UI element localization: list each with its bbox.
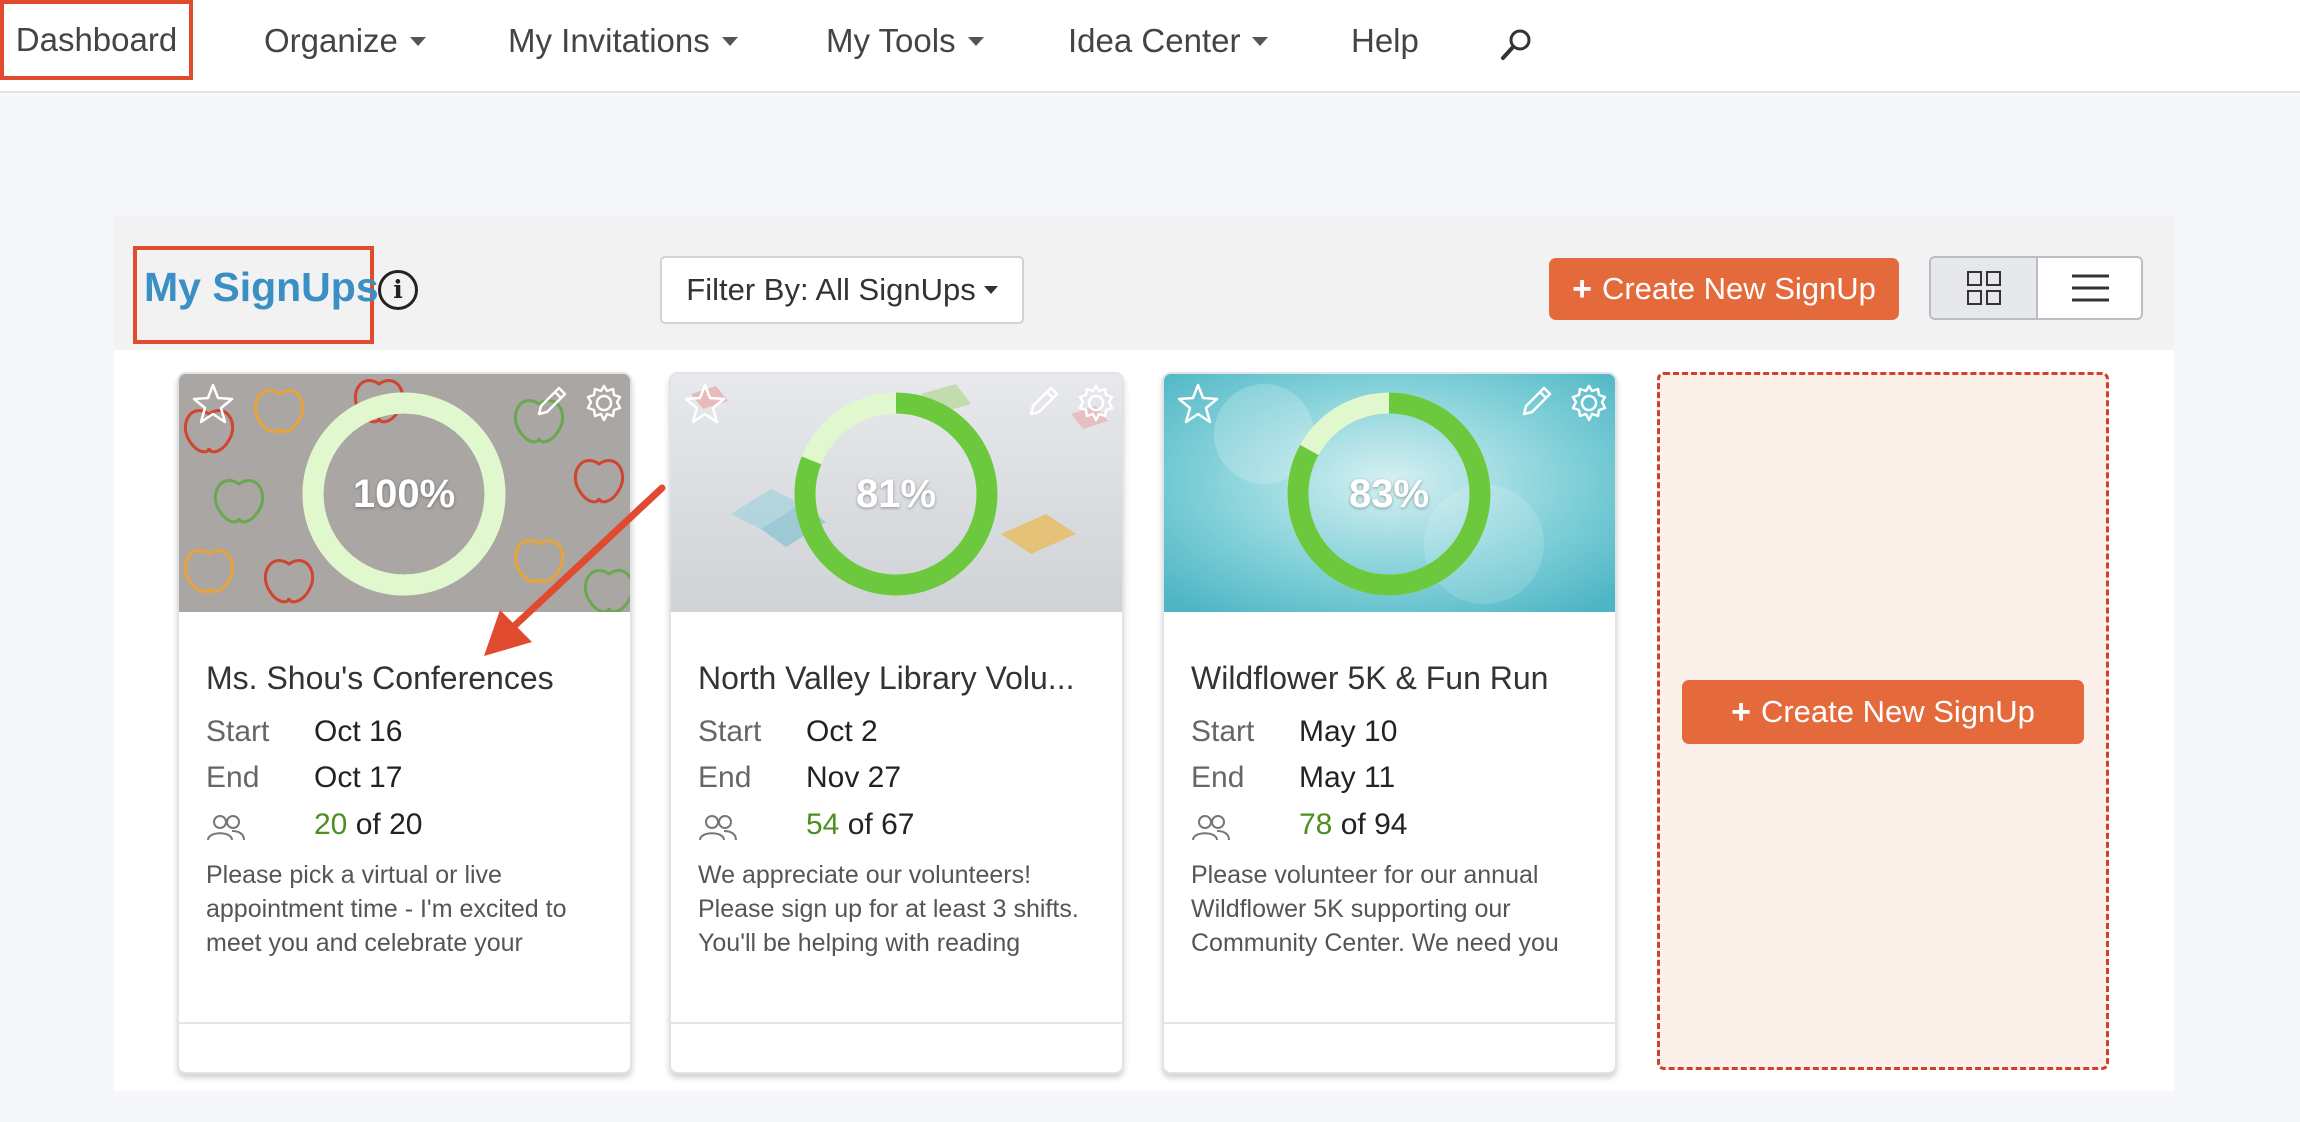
pencil-icon[interactable]	[1516, 382, 1556, 422]
nav-dashboard[interactable]: Dashboard	[0, 0, 193, 80]
gear-icon[interactable]	[1568, 382, 1610, 424]
star-icon[interactable]	[191, 382, 235, 426]
signup-card[interactable]: 81% North Valley Library Volu... Start Oc…	[669, 372, 1124, 1074]
caret-down-icon	[983, 286, 998, 294]
end-row: End Oct 17	[206, 761, 402, 795]
start-row: Start May 10	[1191, 715, 1397, 749]
caret-down-icon	[1252, 36, 1269, 46]
filled-count: 20	[314, 808, 348, 841]
nav-my-tools[interactable]: My Tools	[826, 22, 984, 60]
end-date: Oct 17	[314, 761, 403, 794]
list-icon	[2072, 274, 2109, 302]
pencil-icon[interactable]	[531, 382, 571, 422]
card-title[interactable]: Wildflower 5K & Fun Run	[1191, 660, 1548, 697]
annotation-arrow	[484, 484, 666, 656]
filled-count: 78	[1299, 808, 1333, 841]
end-date: Nov 27	[806, 761, 902, 794]
nav-organize[interactable]: Organize	[264, 22, 426, 60]
card-footer-divider	[179, 1022, 630, 1024]
start-row: Start Oct 16	[206, 715, 402, 749]
end-row: End May 11	[1191, 761, 1395, 795]
card-description: We appreciate our volunteers! Please sig…	[698, 861, 1079, 957]
card-cover-image: 83%	[1164, 374, 1615, 612]
create-signup-label: Create New SignUp	[1601, 271, 1876, 306]
nav-idea-center[interactable]: Idea Center	[1068, 22, 1269, 60]
grid-view-button[interactable]	[1931, 258, 2038, 318]
progress-percent: 83%	[1348, 471, 1430, 516]
start-label: Start	[206, 715, 270, 748]
nav-help[interactable]: Help	[1351, 22, 1419, 60]
end-row: End Nov 27	[698, 761, 901, 795]
total-count: of 94	[1340, 808, 1408, 841]
start-row: Start Oct 2	[698, 715, 878, 749]
caret-down-icon	[721, 36, 738, 46]
pencil-icon[interactable]	[1023, 382, 1063, 422]
grid-icon	[1967, 271, 2001, 305]
start-date: Oct 2	[806, 715, 878, 748]
star-icon[interactable]	[683, 382, 727, 426]
panel-header: My SignUps i Filter By: All SignUps + Cre…	[114, 216, 2174, 350]
signup-card[interactable]: 100% Ms. Shou's Conferences Start Oct 16 …	[177, 372, 632, 1074]
plus-icon: +	[1572, 270, 1592, 308]
create-signup-card-label: Create New SignUp	[1760, 694, 2035, 729]
participant-count: 78 of 94	[1299, 808, 1407, 842]
start-label: Start	[698, 715, 762, 748]
top-navigation: Dashboard Organize My Invitations My Too…	[0, 0, 2300, 93]
page-title: My SignUps	[144, 264, 379, 310]
search-icon[interactable]	[1498, 27, 1534, 63]
end-label: End	[206, 761, 260, 794]
end-date: May 11	[1299, 761, 1396, 794]
star-icon[interactable]	[1176, 382, 1220, 426]
total-count: of 67	[847, 808, 915, 841]
gear-icon[interactable]	[1075, 382, 1117, 424]
nav-organize-label: Organize	[264, 22, 398, 59]
start-date: May 10	[1299, 715, 1398, 748]
start-label: Start	[1191, 715, 1255, 748]
filled-count: 54	[806, 808, 840, 841]
caret-down-icon	[409, 36, 426, 46]
nav-dashboard-label: Dashboard	[15, 21, 178, 58]
create-signup-button[interactable]: + Create New SignUp	[1549, 258, 1899, 320]
nav-my-tools-label: My Tools	[826, 22, 956, 59]
filter-label: Filter By: All SignUps	[686, 272, 976, 307]
nav-my-invitations[interactable]: My Invitations	[508, 22, 738, 60]
create-signup-card-button[interactable]: + Create New SignUp	[1682, 680, 2084, 744]
nav-idea-center-label: Idea Center	[1068, 22, 1241, 59]
people-icon	[699, 815, 737, 841]
card-cover-image: 81%	[671, 374, 1122, 612]
nav-my-invitations-label: My Invitations	[508, 22, 710, 59]
end-label: End	[1191, 761, 1245, 794]
end-label: End	[698, 761, 752, 794]
card-footer-divider	[671, 1022, 1122, 1024]
new-signup-placeholder: + Create New SignUp	[1657, 372, 2109, 1070]
card-description: Please pick a virtual or live appointmen…	[206, 861, 567, 957]
view-toggle	[1929, 256, 2143, 320]
info-icon[interactable]: i	[378, 270, 418, 310]
card-title[interactable]: North Valley Library Volu...	[698, 660, 1074, 697]
progress-percent: 81%	[855, 471, 937, 516]
people-icon	[1192, 815, 1230, 841]
list-view-button[interactable]	[2038, 258, 2141, 318]
plus-icon: +	[1731, 693, 1751, 731]
filter-dropdown[interactable]: Filter By: All SignUps	[660, 256, 1024, 324]
card-description: Please volunteer for our annual Wildflow…	[1191, 861, 1559, 957]
card-footer-divider	[1164, 1022, 1615, 1024]
gear-icon[interactable]	[583, 382, 625, 424]
nav-help-label: Help	[1351, 22, 1419, 59]
participant-count: 20 of 20	[314, 808, 422, 842]
caret-down-icon	[967, 36, 984, 46]
start-date: Oct 16	[314, 715, 403, 748]
total-count: of 20	[355, 808, 423, 841]
participant-count: 54 of 67	[806, 808, 914, 842]
people-icon	[207, 815, 245, 841]
signup-card[interactable]: 83% Wildflower 5K & Fun Run Start May 10 …	[1162, 372, 1617, 1074]
